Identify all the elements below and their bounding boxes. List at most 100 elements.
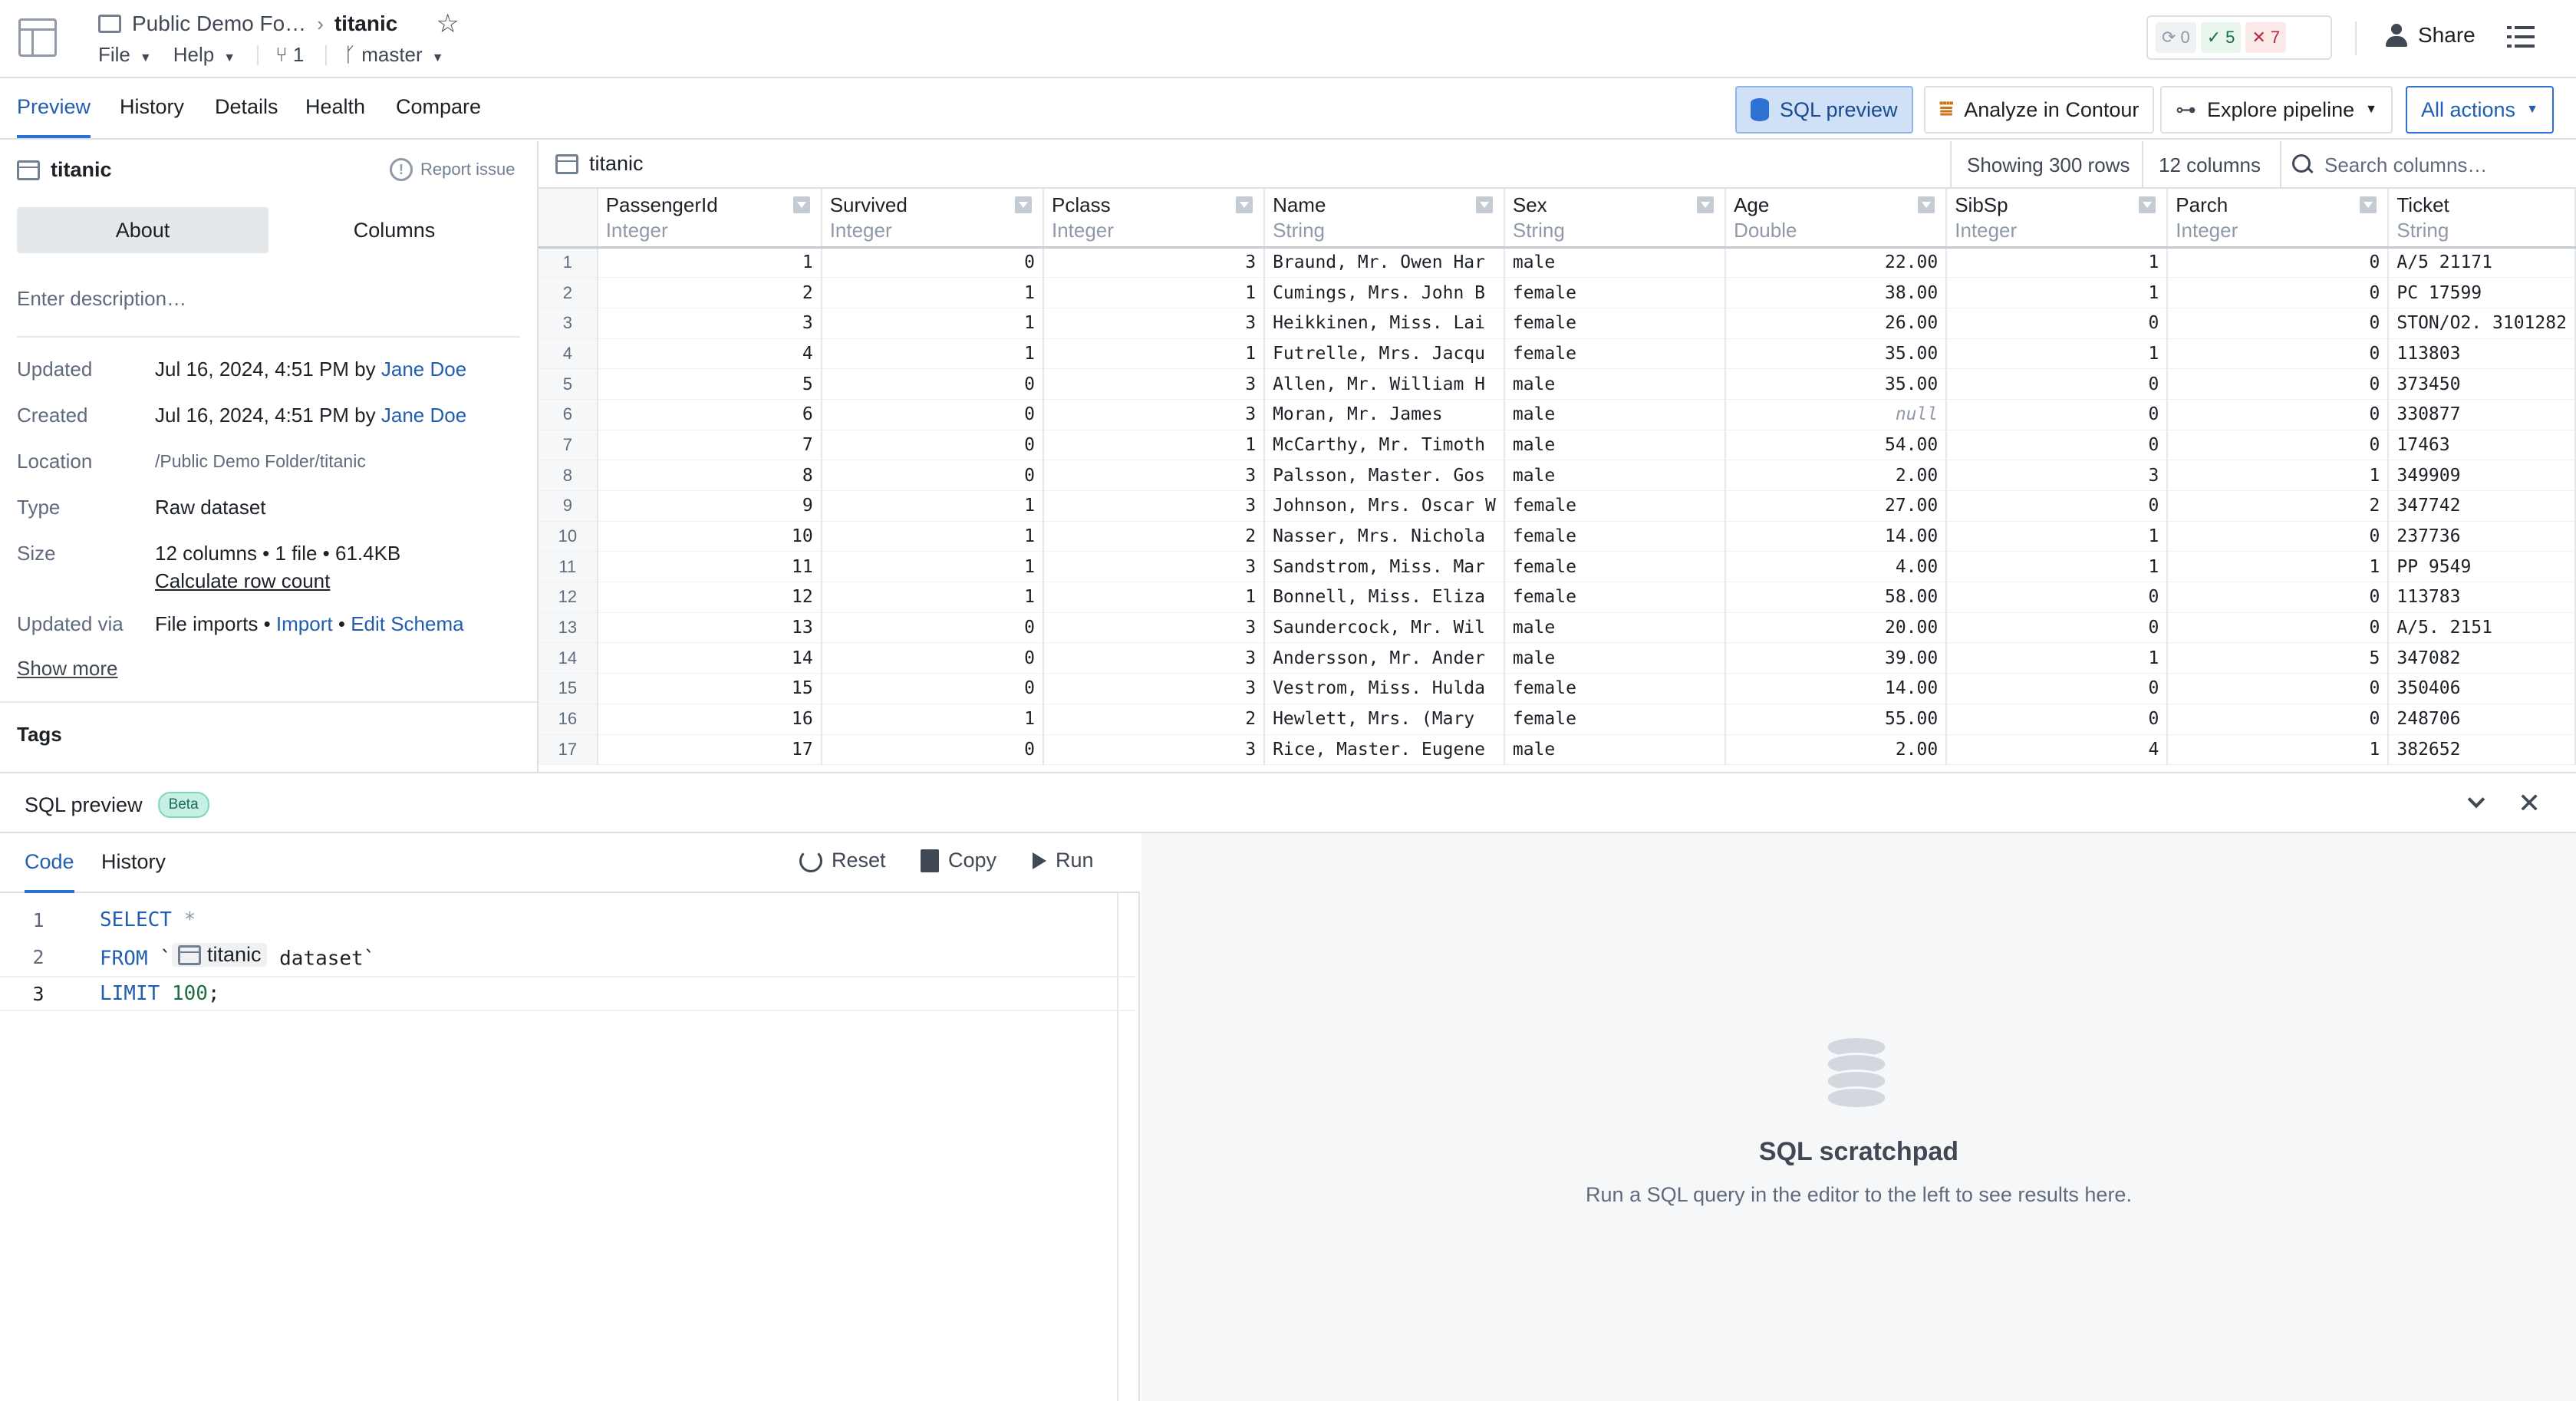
table-cell: male	[1504, 399, 1727, 430]
column-header[interactable]: PassengerId Integer	[597, 189, 822, 249]
import-link[interactable]: Import	[276, 612, 333, 635]
created-user-link[interactable]: Jane Doe	[381, 404, 466, 427]
table-row[interactable]: 3 3 1 3 Heikkinen, Miss. Lai female 26.00 0 0 STO…	[539, 308, 2576, 339]
table-row[interactable]: 15 15 0 3 Vestrom, Miss. Hulda female 14.00 0 0 3…	[539, 673, 2576, 704]
table-row[interactable]: 2 2 1 1 Cumings, Mrs. John Bfemale 38.00 1 0 PC …	[539, 277, 2576, 308]
collapse-chevron-icon[interactable]	[2467, 793, 2484, 810]
table-row[interactable]: 12 12 1 1 Bonnell, Miss. Eliza female 58.00 0 0 1…	[539, 582, 2576, 613]
column-header[interactable]: Name String	[1264, 189, 1505, 249]
column-header[interactable]: SibSp Integer	[1946, 189, 2169, 249]
tab-compare[interactable]: Compare	[396, 95, 481, 119]
table-cell: 0	[1946, 490, 2169, 522]
explore-pipeline-button[interactable]: ⊶ Explore pipeline ▼	[2160, 86, 2393, 134]
table-row[interactable]: 16 16 1 2 Hewlett, Mrs. (Mary female 55.00 0 0 24…	[539, 704, 2576, 735]
share-button[interactable]: Share	[2384, 23, 2476, 48]
breadcrumb-folder[interactable]: Public Demo Fo…	[132, 12, 306, 36]
seg-columns[interactable]: Columns	[268, 207, 520, 253]
analyze-contour-button[interactable]: ⩸ Analyze in Contour	[1924, 86, 2155, 134]
explore-label: Explore pipeline	[2207, 97, 2355, 121]
status-success[interactable]: ✓ 5	[2200, 22, 2242, 53]
column-menu-icon[interactable]	[2360, 196, 2377, 213]
tab-details[interactable]: Details	[215, 95, 278, 119]
tab-sql-history[interactable]: History	[101, 850, 166, 874]
star-icon[interactable]: ☆	[436, 8, 459, 39]
tab-health[interactable]: Health	[305, 95, 365, 119]
column-header[interactable]: Parch Integer	[2167, 189, 2390, 249]
calculate-row-count-link[interactable]: Calculate row count	[155, 569, 330, 593]
column-header[interactable]: Sex String	[1504, 189, 1727, 249]
dataset-app-icon[interactable]	[18, 18, 57, 57]
report-issue-button[interactable]: ! Report issue	[390, 158, 516, 181]
menu-help[interactable]: Help ▼	[173, 43, 236, 67]
column-type: String	[1512, 219, 1565, 242]
column-header[interactable]: Survived Integer	[821, 189, 1044, 249]
tab-history[interactable]: History	[120, 95, 184, 119]
column-header[interactable]: Pclass Integer	[1043, 189, 1266, 249]
sql-preview-button[interactable]: SQL preview	[1735, 86, 1913, 134]
status-failed[interactable]: ✕ 7	[2245, 22, 2287, 53]
all-actions-button[interactable]: All actions ▼	[2406, 86, 2554, 134]
tab-preview[interactable]: Preview	[17, 95, 91, 138]
column-menu-icon[interactable]	[1014, 196, 1032, 213]
beta-badge: Beta	[157, 792, 209, 818]
table-row[interactable]: 10 10 1 2 Nasser, Mrs. Nichola female 14.00 1 0 2…	[539, 521, 2576, 552]
run-label: Run	[1056, 849, 1094, 872]
table-cell: 1	[821, 277, 1044, 308]
table-row[interactable]: 4 4 1 1 Futrelle, Mrs. Jacqu female 35.00 1 0 113…	[539, 338, 2576, 370]
column-menu-icon[interactable]	[792, 196, 810, 213]
editor-scrollbar[interactable]	[1117, 893, 1118, 1401]
table-row[interactable]: 14 14 0 3 Andersson, Mr. Ander male 39.00 1 5 347…	[539, 642, 2576, 674]
properties-list-icon[interactable]	[2507, 25, 2535, 49]
table-cell: 5	[597, 368, 822, 400]
show-more-link[interactable]: Show more	[17, 657, 118, 681]
sql-code-editor[interactable]: 1 SELECT * 2 FROM ` titanic dataset` 3 LI…	[0, 893, 1140, 1401]
column-menu-icon[interactable]	[1697, 196, 1715, 213]
copy-button[interactable]: Copy	[921, 849, 996, 872]
column-header[interactable]: Age Double	[1725, 189, 1948, 249]
table-row[interactable]: 7 7 0 1 McCarthy, Mr. Timoth male 54.00 0 0 17463	[539, 430, 2576, 461]
updated-user-link[interactable]: Jane Doe	[381, 358, 466, 381]
table-cell: Braund, Mr. Owen Har	[1264, 247, 1505, 279]
table-row[interactable]: 5 5 0 3 Allen, Mr. William Hmale 35.00 0 0 37345…	[539, 368, 2576, 400]
column-type: Integer	[1955, 219, 2018, 242]
table-cell: 0	[821, 430, 1044, 461]
table-cell: 0	[2167, 521, 2390, 552]
run-button[interactable]: Run	[1033, 849, 1094, 872]
branch-count[interactable]: ⑂ 1	[275, 43, 304, 67]
search-columns-input[interactable]: Search columns…	[2280, 141, 2576, 189]
row-index: 5	[539, 368, 598, 400]
table-cell: PP 9549	[2388, 551, 2576, 583]
location-value[interactable]: /Public Demo Folder/titanic	[155, 451, 366, 472]
tab-code[interactable]: Code	[25, 850, 74, 893]
column-menu-icon[interactable]	[1918, 196, 1935, 213]
menu-file[interactable]: File ▼	[98, 43, 152, 67]
line-number: 1	[32, 908, 44, 931]
table-cell: 1	[821, 551, 1044, 583]
close-icon[interactable]: ✕	[2518, 787, 2541, 819]
type-label: Type	[17, 496, 61, 519]
table-row[interactable]: 6 6 0 3 Moran, Mr. James male null 0 0 330877	[539, 399, 2576, 430]
column-menu-icon[interactable]	[1475, 196, 1493, 213]
reset-button[interactable]: Reset	[799, 849, 886, 872]
column-menu-icon[interactable]	[2139, 196, 2156, 213]
created-label: Created	[17, 404, 88, 427]
table-row[interactable]: 8 8 0 3 Palsson, Master. Gos male 2.00 3 1 349909	[539, 460, 2576, 491]
status-running[interactable]: ⟳ 0	[2156, 22, 2196, 53]
dataset-reference-chip[interactable]: titanic	[171, 943, 268, 968]
column-header[interactable]: Ticket String	[2388, 189, 2576, 249]
description-field[interactable]: Enter description…	[17, 287, 186, 311]
branch-selector[interactable]: ᚴ master ▼	[344, 43, 443, 67]
table-cell: 55.00	[1725, 704, 1948, 735]
table-row[interactable]: 1 1 0 3 Braund, Mr. Owen Har male 22.00 1 0 A/5 2…	[539, 247, 2576, 279]
seg-about[interactable]: About	[17, 207, 268, 253]
tags-heading: Tags	[17, 723, 62, 746]
code-text: LIMIT 100;	[100, 982, 220, 1005]
table-row[interactable]: 17 17 0 3 Rice, Master. Eugene male 2.00 4 1 3826…	[539, 734, 2576, 766]
table-row[interactable]: 9 9 1 3 Johnson, Mrs. Oscar Wfemale 27.00 0 2 34…	[539, 490, 2576, 522]
column-menu-icon[interactable]	[1236, 196, 1253, 213]
table-cell: 347082	[2388, 642, 2576, 674]
edit-schema-link[interactable]: Edit Schema	[351, 612, 463, 635]
table-cell: 0	[2167, 582, 2390, 613]
table-row[interactable]: 11 11 1 3 Sandstrom, Miss. Mar female 4.00 1 1 PP…	[539, 551, 2576, 583]
table-row[interactable]: 13 13 0 3 Saundercock, Mr. Wil male 20.00 0 0 A/5…	[539, 612, 2576, 644]
